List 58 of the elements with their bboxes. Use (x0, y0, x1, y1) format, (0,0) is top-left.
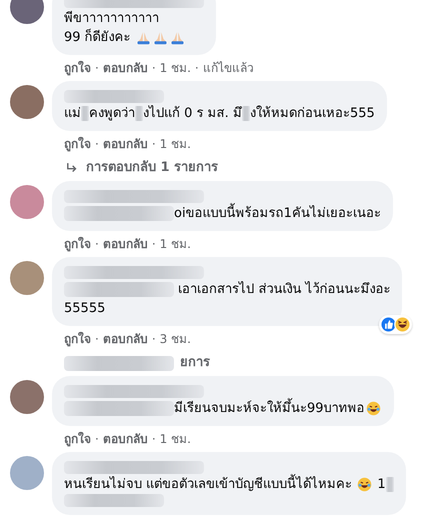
separator-dot: · (152, 431, 156, 448)
comment-info: 3 ชม. (160, 331, 191, 348)
comment-info: 1 ชม. (160, 136, 191, 153)
separator-dot: · (152, 60, 156, 77)
haha-reaction-icon (394, 316, 412, 333)
like-link[interactable]: ถูกใจ (64, 235, 91, 253)
replies-link[interactable]: ยการ (180, 354, 210, 372)
comment-text: 55555 (64, 300, 106, 318)
reply-link[interactable]: ตอบกลับ (102, 135, 148, 153)
laughing-emoji-icon (357, 477, 372, 492)
like-link[interactable]: ถูกใจ (64, 59, 91, 77)
avatar[interactable] (10, 185, 44, 219)
like-link[interactable]: ถูกใจ (64, 135, 91, 153)
avatar[interactable] (10, 380, 44, 414)
avatar[interactable] (10, 0, 44, 24)
separator-dot: · (152, 236, 156, 253)
comment-info: 1 ชม. (160, 60, 191, 77)
comment-text: หนเรียนไม่จบ แต่ขอตัวเลขเข้าบัญชีแบบนี้ได้ไหมคะ (64, 475, 356, 494)
reply-arrow-icon (65, 161, 79, 175)
separator-dot: · (152, 331, 156, 348)
comment-text: คงพูดว่า (89, 105, 135, 123)
separator-dot: · (95, 331, 99, 348)
blur-patch (81, 106, 89, 121)
blur-patch (135, 106, 143, 121)
separator-dot: · (95, 136, 99, 153)
replies-link[interactable]: การตอบกลับ 1 รายการ (86, 159, 218, 177)
separator-dot: · (95, 60, 99, 77)
like-link[interactable]: ถูกใจ (64, 330, 91, 348)
reply-link[interactable]: ตอบกลับ (102, 430, 148, 448)
reaction-badge[interactable] (379, 315, 412, 334)
comment-text: งให้หมดก่อนเหอะ555 (250, 104, 375, 123)
separator-dot: · (194, 60, 199, 77)
avatar[interactable] (10, 85, 44, 119)
separator-dot: · (152, 136, 156, 153)
reply-link[interactable]: ตอบกลับ (102, 235, 148, 253)
blur-patch (386, 477, 394, 492)
comment-info: 1 ชม. (160, 431, 191, 448)
comment-info: แก้ไขแล้ว (202, 60, 254, 77)
pray-emoji-icon (170, 30, 185, 45)
pray-emoji-icon (136, 30, 151, 45)
laughing-emoji-icon (366, 401, 381, 416)
comment-text: มีเรียนจบมะห์จะให้มึ้นะ99บาทพอ (174, 399, 365, 418)
comment-text: แม่ (64, 105, 81, 123)
reply-link[interactable]: ตอบกลับ (102, 59, 148, 77)
comment-text: เอาเอกสารไป ส่วนเงิน ไว้ก่อนนะมึงอะ (177, 280, 390, 299)
comment-text: งไปแก้ 0 ร มส. มึ (143, 104, 242, 123)
like-link[interactable]: ถูกใจ (64, 430, 91, 448)
pray-emoji-icon (152, 30, 168, 45)
comment-text: 99 ก็ดียังคะ (64, 28, 132, 47)
separator-dot: · (95, 236, 99, 253)
reply-link[interactable]: ตอบกลับ (102, 330, 148, 348)
separator-dot: · (95, 431, 99, 448)
blur-patch (242, 106, 250, 121)
comment-text: 1 (376, 476, 386, 494)
comment-info: 1 ชม. (160, 236, 191, 253)
comment-text: oiขอแบบนี้พร้อมรถ1คันไม่เยอะเนอะ (174, 204, 381, 223)
comment-text: พีขาาาาาาาาาาา (64, 10, 159, 28)
avatar[interactable] (10, 261, 44, 295)
